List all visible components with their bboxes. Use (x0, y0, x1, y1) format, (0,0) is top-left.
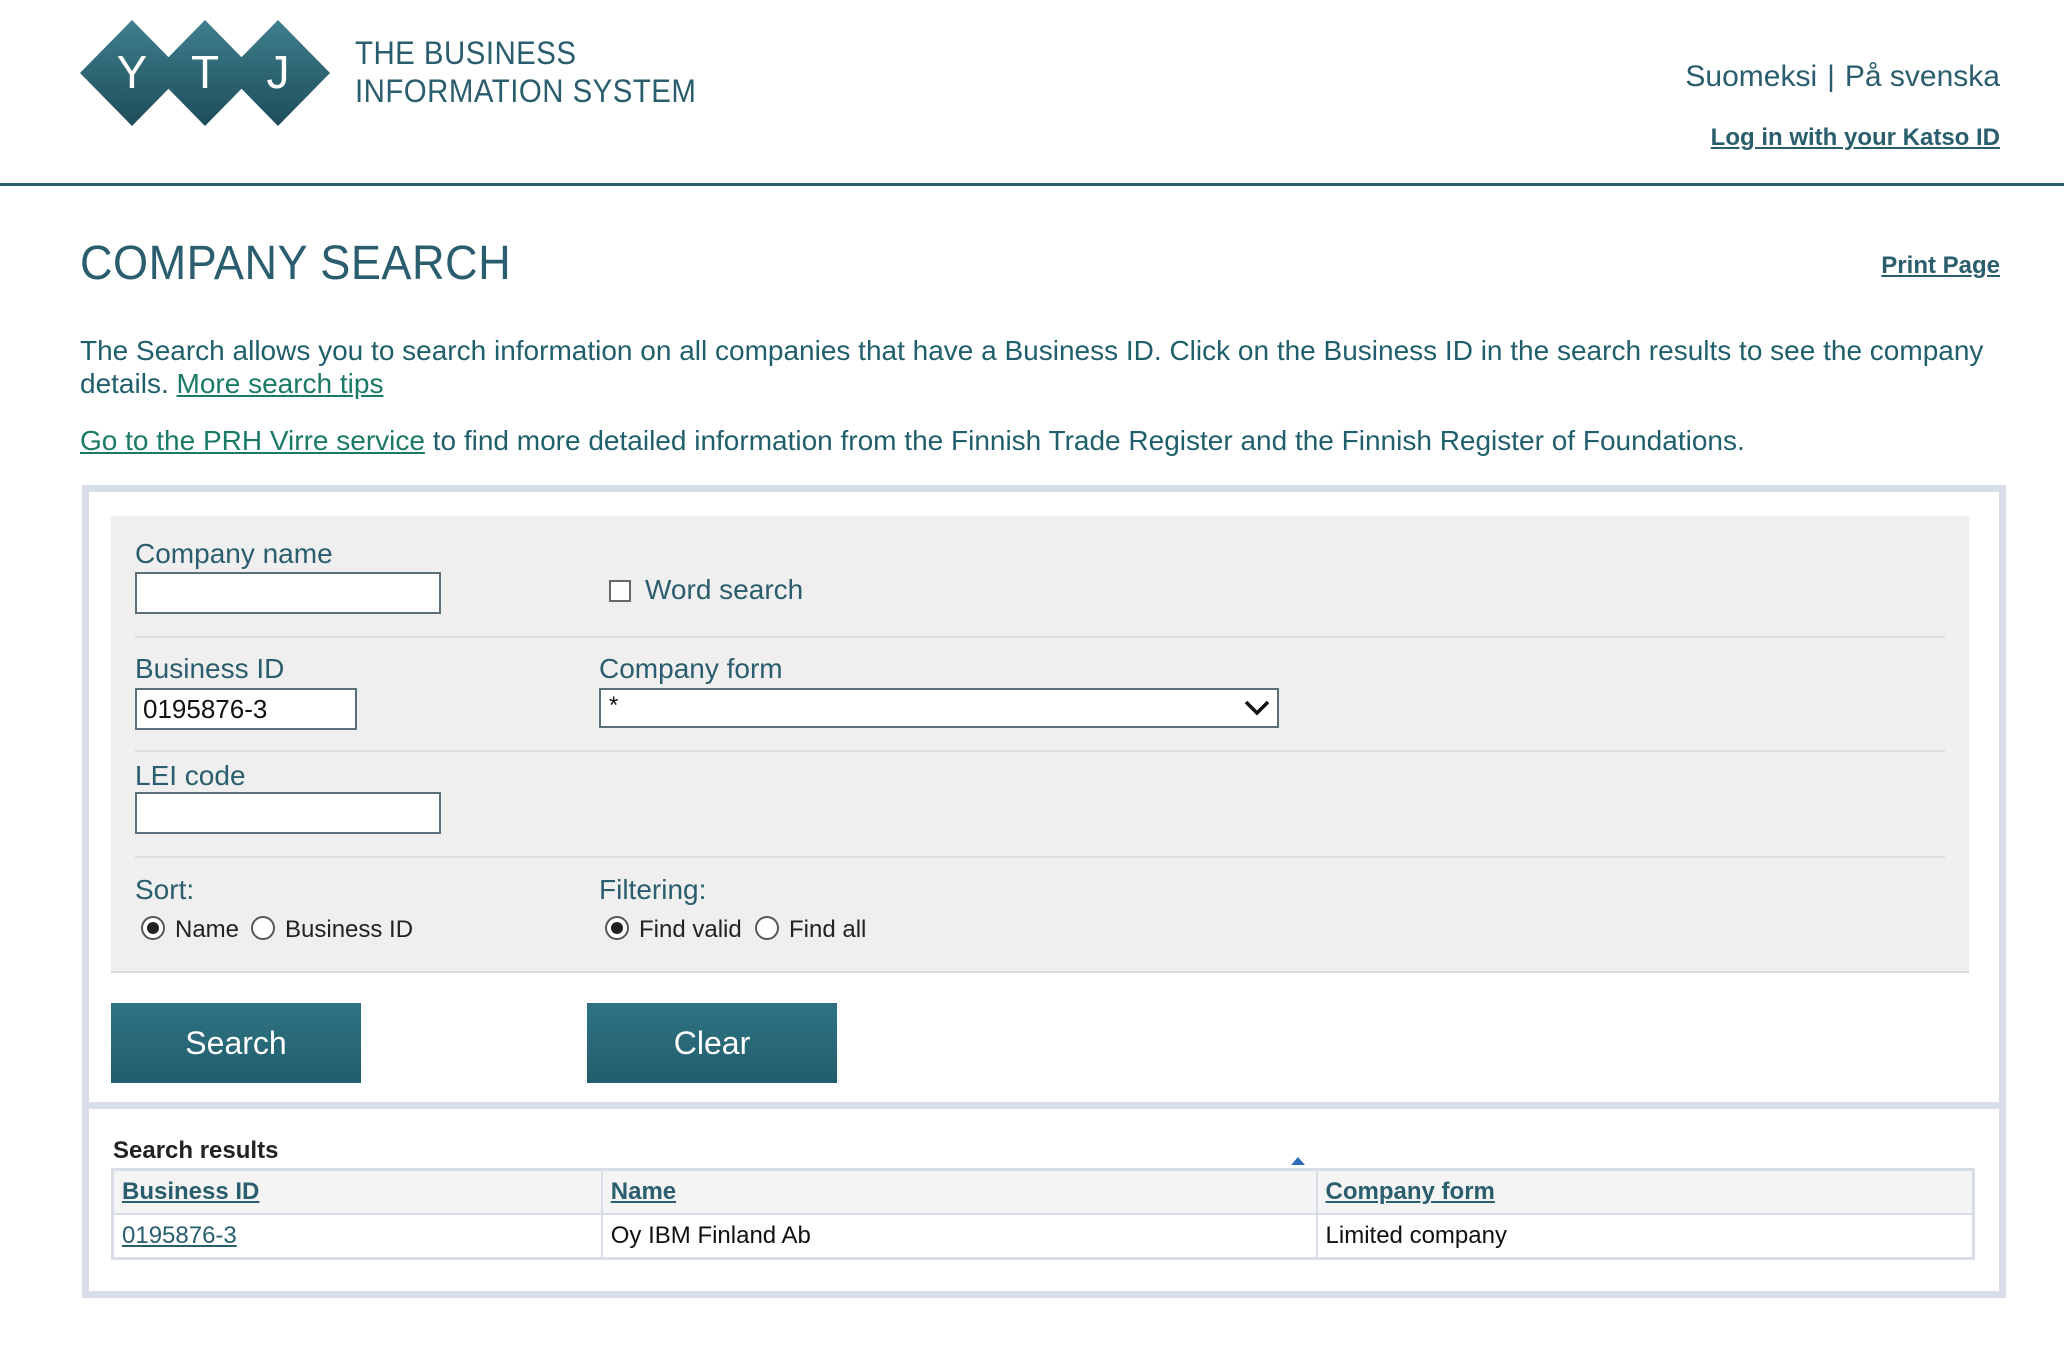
column-header-company-form[interactable]: Company form (1315, 1168, 1975, 1215)
lei-code-label: LEI code (135, 760, 246, 791)
cell-company-form: Limited company (1315, 1213, 1975, 1260)
results-table: Business ID Name Company form 0195876-3 … (111, 1168, 1975, 1260)
search-form: Company name Word search Business ID Com… (111, 516, 1969, 973)
business-id-input[interactable] (135, 688, 357, 730)
company-name-label: Company name (135, 538, 333, 569)
page-title: COMPANY SEARCH (80, 237, 512, 290)
sort-by-business-id-link[interactable]: Business ID (122, 1178, 259, 1205)
site-header: Y T J THE BUSINESS INFORMATION SYSTEM Su… (0, 0, 2064, 186)
results-header-row: Business ID Name Company form (111, 1168, 1975, 1215)
search-results-title: Search results (113, 1137, 279, 1164)
search-results-panel: Search results Business ID Name Company … (82, 1102, 2006, 1298)
filter-valid-label[interactable]: Find valid (639, 916, 742, 944)
sort-business-id-label[interactable]: Business ID (285, 916, 413, 944)
row-divider (135, 856, 1945, 858)
prh-virre-link[interactable]: Go to the PRH Virre service (80, 425, 425, 456)
virre-text: to find more detailed information from t… (424, 425, 1745, 456)
logo-letter-y: Y (117, 46, 148, 98)
ytj-logo[interactable]: Y T J (80, 20, 330, 126)
print-page-link[interactable]: Print Page (1881, 252, 2000, 280)
lang-swedish-link[interactable]: På svenska (1845, 60, 2000, 93)
filter-all-radio[interactable] (755, 916, 779, 940)
word-search-checkbox[interactable] (609, 580, 631, 602)
sort-name-radio[interactable] (141, 916, 165, 940)
table-row: 0195876-3 Oy IBM Finland Ab Limited comp… (111, 1213, 1975, 1260)
lang-finnish-link[interactable]: Suomeksi (1685, 60, 1817, 93)
row-divider (135, 636, 1945, 638)
column-header-business-id[interactable]: Business ID (111, 1168, 603, 1215)
business-id-result-link[interactable]: 0195876-3 (122, 1222, 237, 1249)
row-divider (135, 750, 1945, 752)
cell-name: Oy IBM Finland Ab (600, 1213, 1318, 1260)
chevron-down-icon (1244, 700, 1270, 716)
page: Y T J THE BUSINESS INFORMATION SYSTEM Su… (0, 0, 2064, 1354)
logo-text: THE BUSINESS INFORMATION SYSTEM (355, 34, 696, 110)
logo-line-1: THE BUSINESS (355, 35, 577, 71)
company-form-select[interactable]: * (599, 688, 1279, 728)
filter-valid-radio[interactable] (605, 916, 629, 940)
business-id-label: Business ID (135, 653, 285, 684)
language-switcher: Suomeksi | På svenska (1685, 60, 2000, 94)
sort-ascending-icon (1291, 1157, 1305, 1165)
cell-business-id: 0195876-3 (111, 1213, 603, 1260)
clear-button[interactable]: Clear (587, 1003, 837, 1083)
katso-login-link[interactable]: Log in with your Katso ID (1711, 124, 2000, 152)
logo-letter-t: T (191, 46, 219, 98)
virre-paragraph: Go to the PRH Virre service to find more… (80, 424, 1745, 457)
logo-letter-j: J (267, 46, 290, 98)
search-button[interactable]: Search (111, 1003, 361, 1083)
company-name-input[interactable] (135, 572, 441, 614)
column-header-name[interactable]: Name (600, 1168, 1318, 1215)
word-search-label[interactable]: Word search (645, 574, 803, 606)
lang-separator: | (1827, 60, 1835, 93)
lei-code-input[interactable] (135, 792, 441, 834)
sort-label: Sort: (135, 874, 195, 905)
sort-business-id-radio[interactable] (251, 916, 275, 940)
intro-paragraph: The Search allows you to search informat… (80, 334, 2000, 400)
company-form-label: Company form (599, 653, 783, 684)
sort-by-company-form-link[interactable]: Company form (1326, 1178, 1495, 1205)
sort-name-label[interactable]: Name (175, 916, 239, 944)
filtering-label: Filtering: (599, 874, 707, 905)
sort-by-name-link[interactable]: Name (611, 1178, 676, 1205)
filter-all-label[interactable]: Find all (789, 916, 866, 944)
search-panel: Company name Word search Business ID Com… (82, 485, 2006, 1109)
company-form-selected-value: * (609, 692, 619, 719)
more-search-tips-link[interactable]: More search tips (177, 368, 384, 399)
logo-line-2: INFORMATION SYSTEM (355, 73, 697, 109)
